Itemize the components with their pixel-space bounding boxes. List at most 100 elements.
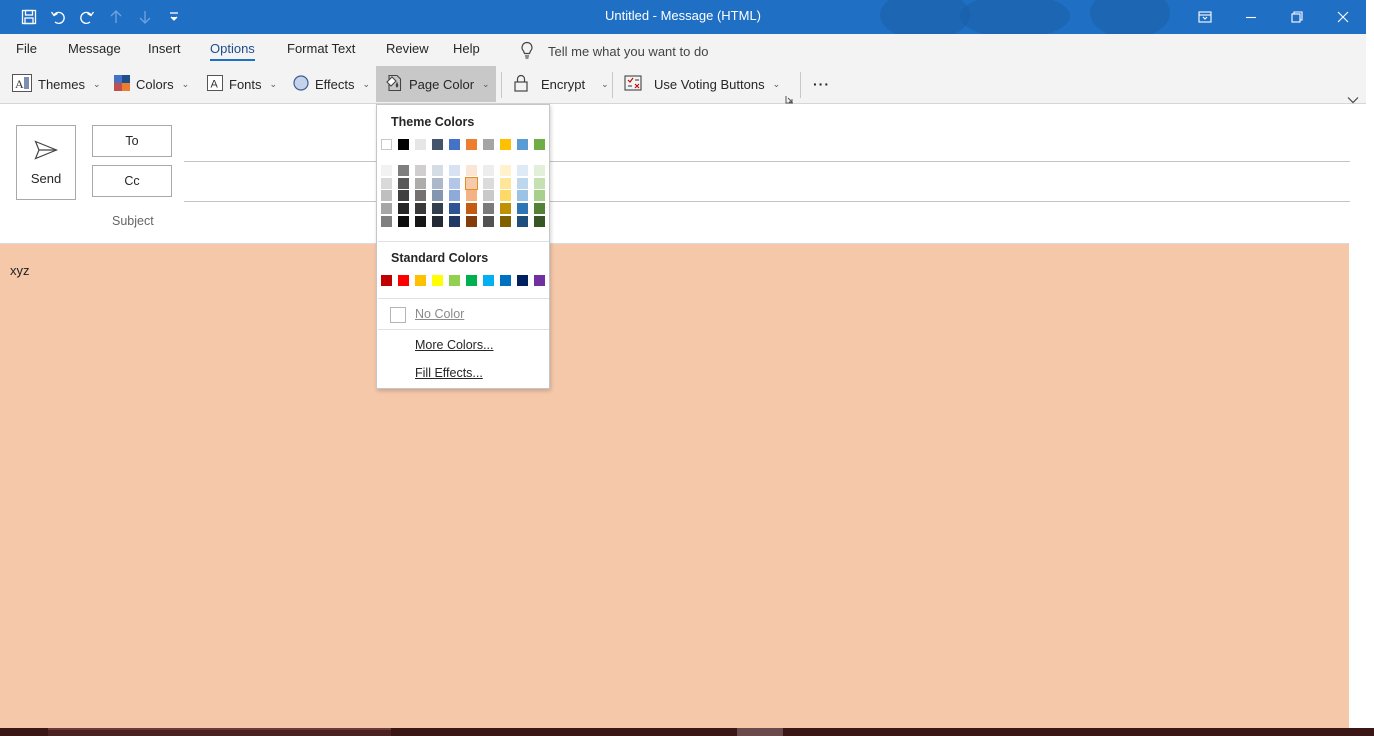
theme-shade-swatch[interactable] [534, 203, 545, 215]
theme-shade-swatch[interactable] [381, 190, 392, 202]
theme-color-swatch[interactable] [534, 139, 545, 150]
tab-insert[interactable]: Insert [148, 41, 181, 56]
theme-color-swatch[interactable] [500, 139, 511, 150]
theme-shade-swatch[interactable] [449, 177, 460, 189]
theme-shade-swatch[interactable] [483, 203, 494, 215]
theme-color-swatch[interactable] [381, 139, 392, 150]
theme-shade-swatch[interactable] [465, 176, 478, 190]
standard-color-swatch[interactable] [483, 275, 494, 286]
theme-shade-swatch[interactable] [517, 177, 528, 189]
theme-color-swatch[interactable] [483, 139, 494, 150]
theme-shade-swatch[interactable] [466, 165, 477, 176]
theme-shade-swatch[interactable] [415, 190, 426, 202]
standard-color-swatch[interactable] [466, 275, 477, 286]
theme-shade-swatch[interactable] [381, 203, 392, 215]
theme-shade-swatch[interactable] [517, 165, 528, 176]
theme-color-swatch[interactable] [449, 139, 460, 150]
standard-color-swatch[interactable] [381, 275, 392, 286]
theme-color-swatch[interactable] [398, 139, 409, 150]
message-body[interactable]: xyz [0, 243, 1349, 728]
tab-message[interactable]: Message [68, 41, 121, 56]
restore-icon[interactable] [1274, 0, 1320, 34]
theme-color-swatch[interactable] [432, 139, 443, 150]
theme-shade-swatch[interactable] [517, 203, 528, 215]
taskbar-item[interactable] [48, 728, 391, 736]
cc-button[interactable]: Cc [92, 165, 172, 197]
theme-shade-swatch[interactable] [466, 190, 477, 202]
theme-shade-swatch[interactable] [534, 177, 545, 189]
theme-shade-swatch[interactable] [432, 165, 443, 176]
to-field[interactable] [184, 161, 1350, 162]
encrypt-button[interactable]: Encrypt ⌄ [513, 66, 609, 102]
standard-color-swatch[interactable] [415, 275, 426, 286]
theme-shade-swatch[interactable] [466, 203, 477, 215]
theme-shade-swatch[interactable] [500, 190, 511, 202]
send-button[interactable]: Send [16, 125, 76, 200]
theme-shade-swatch[interactable] [398, 203, 409, 215]
tab-help[interactable]: Help [453, 41, 480, 56]
theme-shade-swatch[interactable] [449, 203, 460, 215]
minimize-icon[interactable] [1228, 0, 1274, 34]
theme-shade-swatch[interactable] [415, 215, 426, 227]
effects-button[interactable]: Effects ⌄ [293, 66, 370, 102]
theme-shade-swatch[interactable] [398, 177, 409, 189]
theme-shade-swatch[interactable] [517, 215, 528, 227]
theme-shade-swatch[interactable] [483, 190, 494, 202]
body-scrollbar[interactable] [1349, 243, 1366, 728]
theme-shade-swatch[interactable] [500, 215, 511, 227]
tab-format-text[interactable]: Format Text [287, 41, 355, 56]
theme-shade-swatch[interactable] [449, 165, 460, 176]
standard-color-swatch[interactable] [398, 275, 409, 286]
theme-shade-swatch[interactable] [534, 165, 545, 176]
theme-shade-swatch[interactable] [500, 165, 511, 176]
theme-shade-swatch[interactable] [398, 165, 409, 176]
standard-color-swatch[interactable] [432, 275, 443, 286]
theme-shade-swatch[interactable] [398, 215, 409, 227]
tell-me-search[interactable]: Tell me what you want to do [520, 41, 708, 62]
theme-shade-swatch[interactable] [483, 215, 494, 227]
use-voting-buttons-button[interactable]: Use Voting Buttons ⌄ [624, 66, 780, 102]
fill-effects-item[interactable]: Fill Effects... [415, 366, 483, 380]
theme-shade-swatch[interactable] [466, 215, 477, 227]
theme-shade-swatch[interactable] [432, 215, 443, 227]
tab-review[interactable]: Review [386, 41, 429, 56]
taskbar-item[interactable] [737, 728, 783, 736]
no-color-item[interactable]: No Color [415, 307, 464, 321]
theme-shade-swatch[interactable] [432, 177, 443, 189]
theme-shade-swatch[interactable] [534, 215, 545, 227]
theme-shade-swatch[interactable] [517, 190, 528, 202]
theme-shade-swatch[interactable] [449, 215, 460, 227]
theme-shade-swatch[interactable] [483, 165, 494, 176]
more-commands-button[interactable]: ··· [813, 66, 830, 102]
standard-color-swatch[interactable] [517, 275, 528, 286]
theme-shade-swatch[interactable] [381, 177, 392, 189]
tab-file[interactable]: File [16, 41, 37, 56]
theme-shade-swatch[interactable] [449, 190, 460, 202]
to-button[interactable]: To [92, 125, 172, 157]
standard-color-swatch[interactable] [534, 275, 545, 286]
colors-button[interactable]: Colors ⌄ [114, 66, 189, 102]
theme-shade-swatch[interactable] [534, 190, 545, 202]
theme-shade-swatch[interactable] [500, 203, 511, 215]
standard-color-swatch[interactable] [449, 275, 460, 286]
theme-shade-swatch[interactable] [415, 203, 426, 215]
theme-shade-swatch[interactable] [398, 190, 409, 202]
theme-color-swatch[interactable] [466, 139, 477, 150]
theme-shade-swatch[interactable] [381, 215, 392, 227]
cc-field[interactable] [184, 201, 1350, 202]
theme-shade-swatch[interactable] [500, 177, 511, 189]
theme-color-swatch[interactable] [415, 139, 426, 150]
themes-button[interactable]: A Themes ⌄ [12, 66, 101, 102]
theme-shade-swatch[interactable] [483, 177, 494, 189]
more-colors-item[interactable]: More Colors... [415, 338, 494, 352]
theme-shade-swatch[interactable] [415, 165, 426, 176]
theme-shade-swatch[interactable] [432, 203, 443, 215]
ribbon-display-options-icon[interactable] [1182, 0, 1228, 34]
theme-shade-swatch[interactable] [415, 177, 426, 189]
theme-shade-swatch[interactable] [432, 190, 443, 202]
tab-options[interactable]: Options [210, 41, 255, 61]
standard-color-swatch[interactable] [500, 275, 511, 286]
close-icon[interactable] [1320, 0, 1366, 34]
page-color-button[interactable]: Page Color ⌄ [376, 66, 496, 102]
fonts-button[interactable]: A Fonts ⌄ [207, 66, 277, 102]
